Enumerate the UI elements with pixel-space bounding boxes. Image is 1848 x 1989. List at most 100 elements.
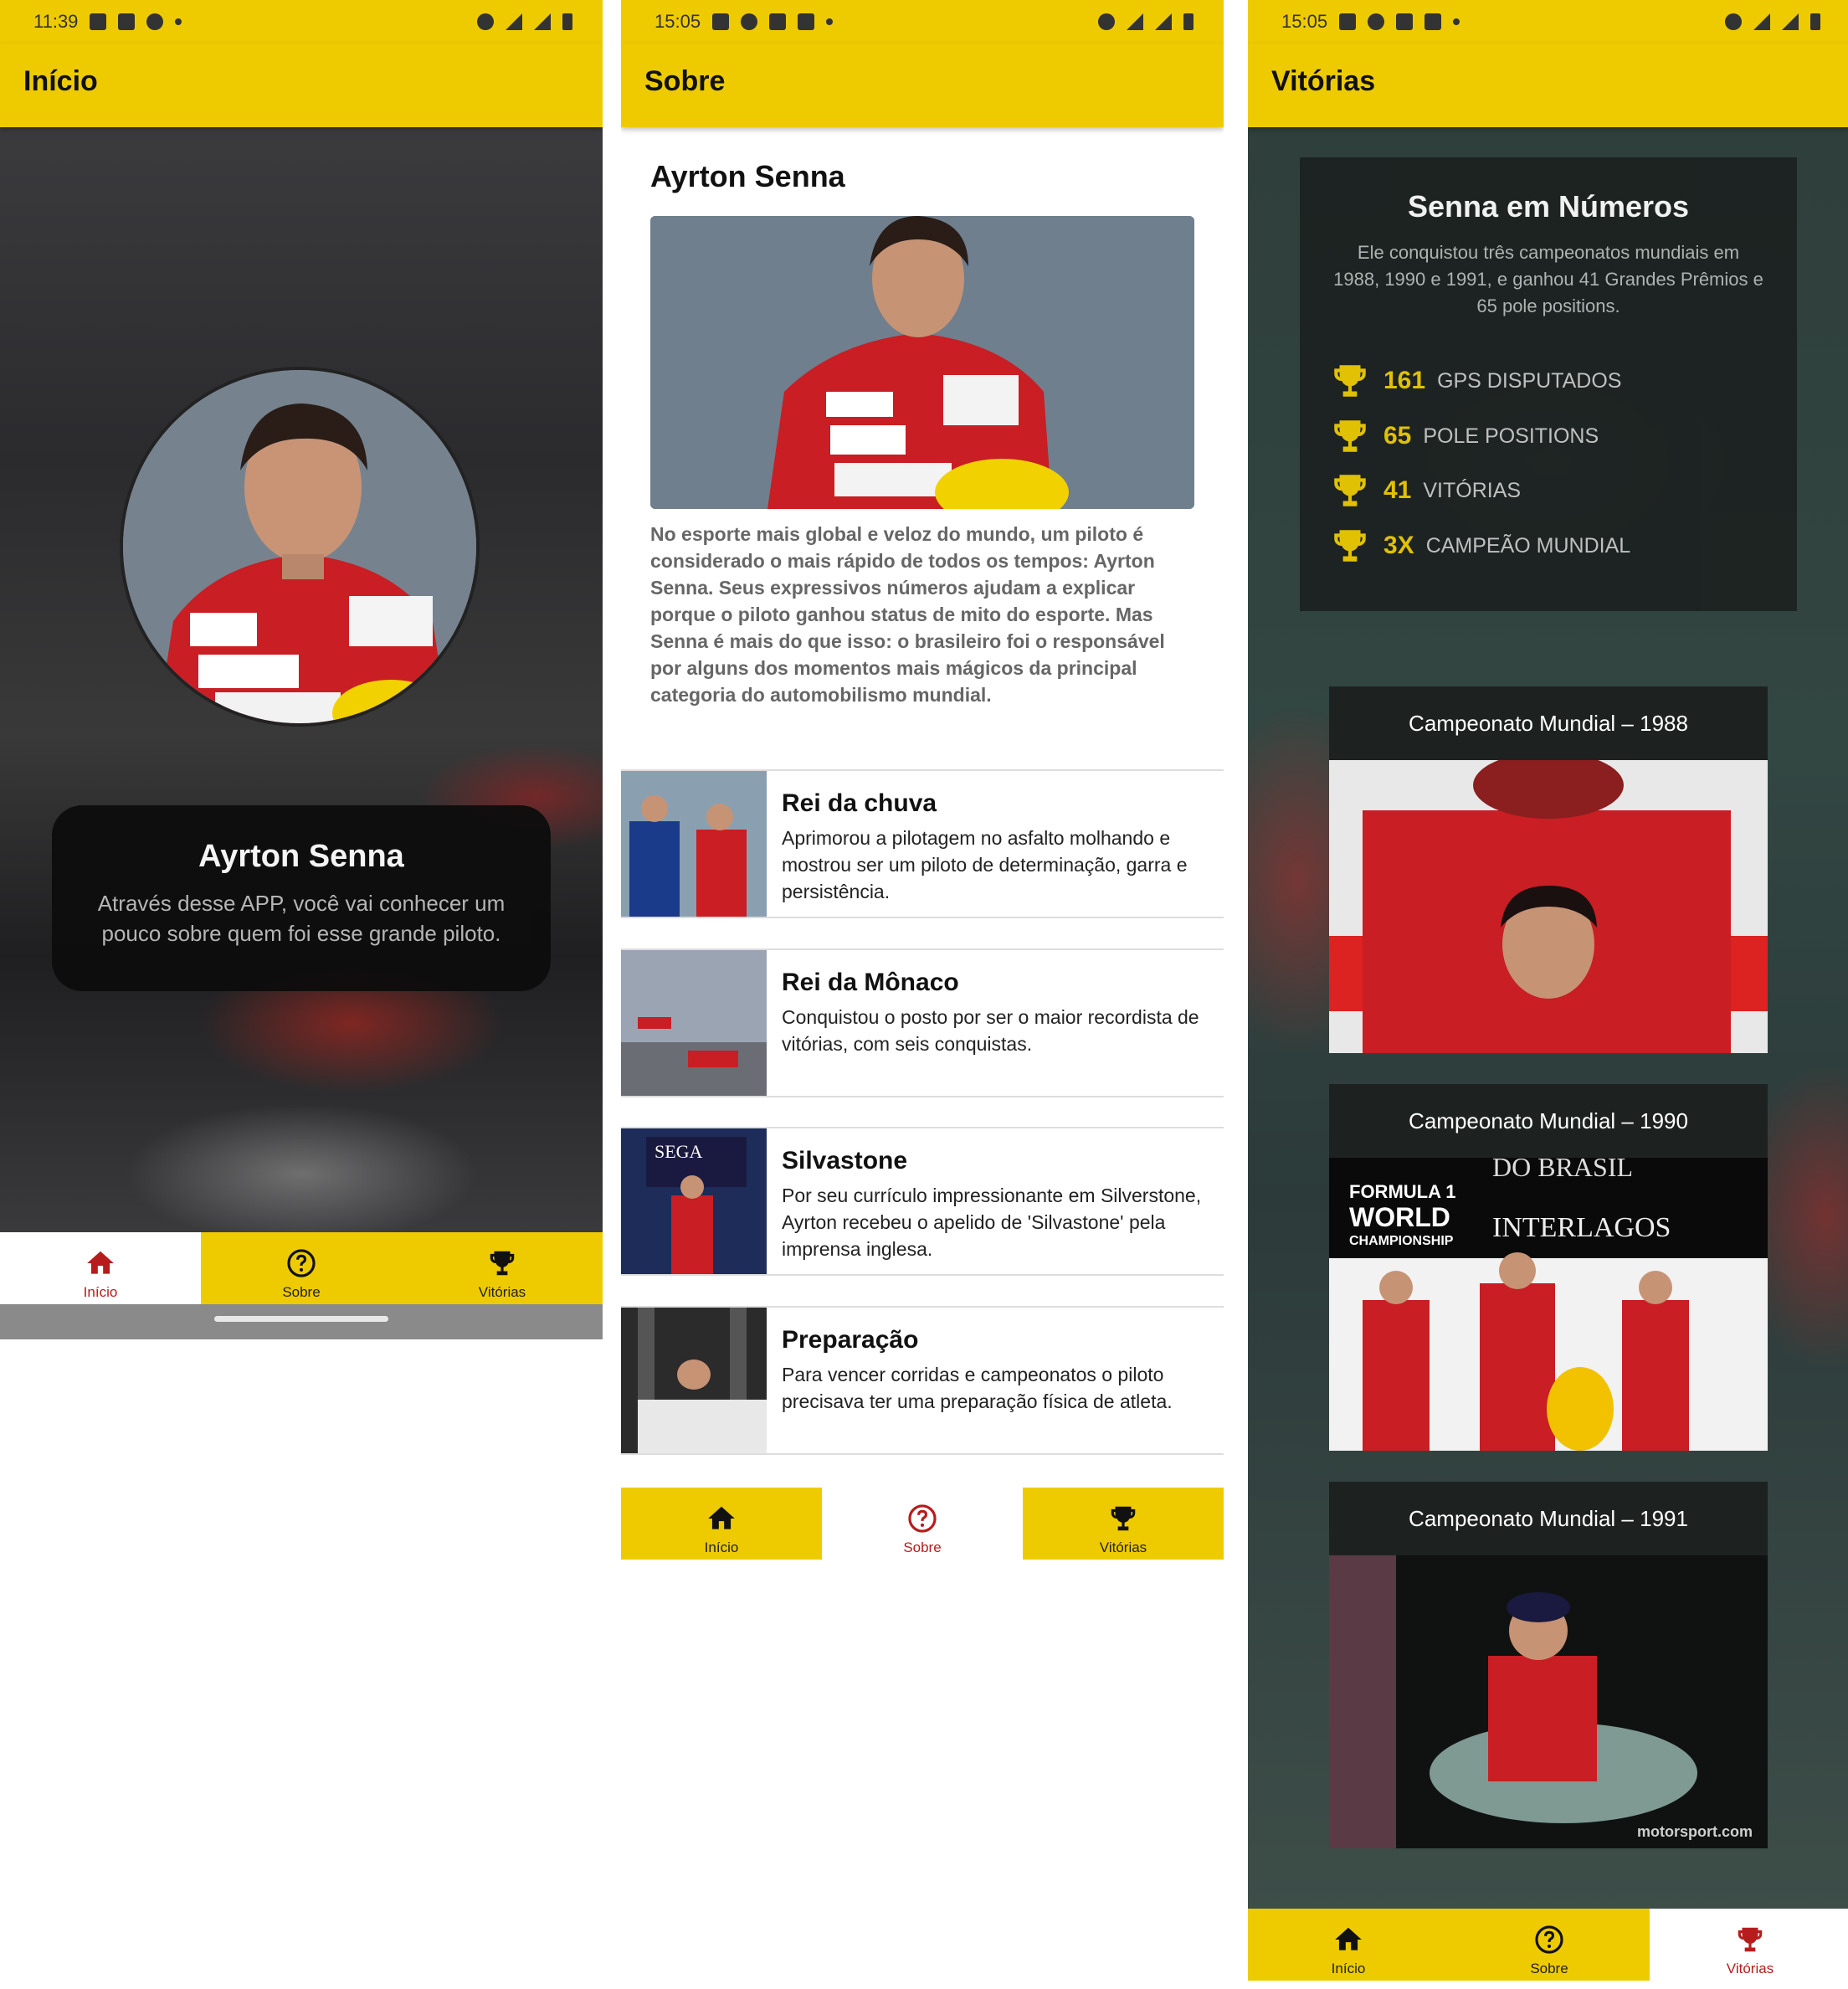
photo-text: FORMULA 1 xyxy=(1349,1181,1456,1202)
nav-sobre[interactable]: Sobre xyxy=(1449,1909,1650,1981)
list-item[interactable]: Rei da chuva Aprimorou a pilotagem no as… xyxy=(621,769,1224,918)
bottom-navigation: Início Sobre Vitórias xyxy=(0,1232,603,1304)
rain-podium-photo xyxy=(621,771,767,917)
trophy-icon xyxy=(1334,475,1366,506)
senna-portrait xyxy=(123,370,476,723)
list-item[interactable]: Preparação Para vencer corridas e campeo… xyxy=(621,1306,1224,1455)
championship-photo: motorsport.com xyxy=(1329,1555,1768,1848)
nav-sobre[interactable]: Sobre xyxy=(201,1232,402,1304)
trophy-icon xyxy=(1334,365,1366,397)
nav-sobre-label: Sobre xyxy=(903,1539,942,1555)
stat-value: 65 xyxy=(1383,422,1412,450)
stat-value: 41 xyxy=(1383,476,1412,504)
cast-notification-icon xyxy=(1424,13,1442,30)
silverstone-podium-photo: SEGA xyxy=(621,1128,767,1274)
training-photo xyxy=(621,1308,767,1453)
wifi-icon xyxy=(1127,13,1143,30)
alarm-icon xyxy=(477,13,494,30)
app-notification-icon xyxy=(741,13,758,30)
gesture-bar[interactable] xyxy=(0,1304,603,1339)
nav-vitorias-label: Vitórias xyxy=(1726,1961,1774,1976)
interlagos-podium-photo: DO BRASIL FORMULA 1 WORLD CHAMPIONSHIP I… xyxy=(1329,1158,1768,1451)
help-circle-icon xyxy=(287,1249,316,1277)
gesture-handle[interactable] xyxy=(214,1316,388,1322)
photo-text: CHAMPIONSHIP xyxy=(1349,1234,1454,1248)
nav-vitorias[interactable]: Vitórias xyxy=(1650,1909,1848,1981)
home-icon xyxy=(87,1251,114,1274)
more-notifications-icon xyxy=(1453,18,1460,25)
moment-thumbnail xyxy=(621,1308,767,1453)
moment-text: Por seu currículo impressionante em Silv… xyxy=(782,1185,1202,1260)
nav-inicio[interactable]: Início xyxy=(0,1232,201,1304)
headset-notification-icon xyxy=(769,13,787,30)
trophy-icon xyxy=(1334,530,1366,562)
moment-thumbnail xyxy=(621,950,767,1096)
stat-label: VITÓRIAS xyxy=(1423,478,1522,502)
moment-title: Rei da Mônaco xyxy=(782,969,959,996)
app-notification-icon xyxy=(146,13,164,30)
list-item[interactable]: Rei da Mônaco Conquistou o posto por ser… xyxy=(621,948,1224,1097)
nav-vitorias-label: Vitórias xyxy=(478,1284,526,1300)
numbers-card: Senna em Números Ele conquistou três cam… xyxy=(1300,157,1797,611)
trophy-icon xyxy=(1738,1927,1763,1952)
silverstone-banner-text: SEGA xyxy=(654,1141,703,1162)
about-photo xyxy=(650,216,1194,509)
championship-title: Campeonato Mundial – 1991 xyxy=(1409,1505,1688,1531)
battery-icon xyxy=(562,13,572,30)
nav-inicio[interactable]: Início xyxy=(1248,1909,1449,1981)
nav-inicio[interactable]: Início xyxy=(621,1488,822,1560)
champagne-celebration-photo: motorsport.com xyxy=(1329,1555,1768,1848)
battery-icon xyxy=(1183,13,1194,30)
battery-icon xyxy=(1810,13,1820,30)
status-time: 15:05 xyxy=(1281,11,1328,32)
about-description: No esporte mais global e veloz do mundo,… xyxy=(650,523,1165,706)
championship-title: Campeonato Mundial – 1990 xyxy=(1409,1108,1688,1133)
moment-thumbnail xyxy=(621,771,767,917)
cast-notification-icon xyxy=(798,13,815,30)
app-bar: Vitórias xyxy=(1248,44,1848,127)
stat-row: 41 VITÓRIAS xyxy=(1328,470,1521,511)
photo-text: WORLD xyxy=(1349,1202,1450,1232)
championship-card[interactable]: Campeonato Mundial – 1988 xyxy=(1329,686,1768,1053)
signal-icon xyxy=(1155,13,1172,30)
app-notification-icon xyxy=(1368,13,1385,30)
nav-vitorias[interactable]: Vitórias xyxy=(402,1232,603,1304)
photo-text: INTERLAGOS xyxy=(1492,1212,1671,1243)
trophy-icon xyxy=(1334,420,1366,452)
nav-vitorias[interactable]: Vitórias xyxy=(1023,1488,1224,1560)
championship-photo: DO BRASIL FORMULA 1 WORLD CHAMPIONSHIP I… xyxy=(1329,1158,1768,1451)
status-bar: 11:39 xyxy=(0,0,603,44)
alarm-icon xyxy=(1725,13,1742,30)
moment-title: Silvastone xyxy=(782,1147,908,1174)
wifi-icon xyxy=(506,13,522,30)
screen-inicio: 11:39 Início Ayrton Senna Através desse … xyxy=(0,0,603,1339)
stat-label: CAMPEÃO MUNDIAL xyxy=(1425,533,1631,558)
stat-label: POLE POSITIONS xyxy=(1423,424,1599,448)
app-bar: Sobre xyxy=(621,44,1224,127)
nav-inicio-label: Início xyxy=(83,1284,118,1300)
nav-sobre[interactable]: Sobre xyxy=(822,1488,1023,1560)
moment-thumbnail: SEGA xyxy=(621,1128,767,1274)
list-item[interactable]: SEGA Silvastone Por seu currículo impres… xyxy=(621,1127,1224,1276)
more-notifications-icon xyxy=(826,18,834,25)
page-title: Sobre xyxy=(644,65,726,97)
avatar xyxy=(120,367,480,727)
bottom-navigation: Início Sobre Vitórias xyxy=(1248,1909,1848,1981)
nav-vitorias-label: Vitórias xyxy=(1099,1539,1147,1555)
alarm-icon xyxy=(1098,13,1115,30)
moment-title: Preparação xyxy=(782,1326,919,1354)
championship-card[interactable]: Campeonato Mundial – 1991 motorsport.com xyxy=(1329,1482,1768,1848)
page-title: Vitórias xyxy=(1271,65,1376,97)
home-icon xyxy=(1335,1927,1362,1950)
status-time: 15:05 xyxy=(654,11,701,32)
news-notification-icon xyxy=(1339,13,1357,30)
numbers-lead: Ele conquistou três campeonatos mundiais… xyxy=(1333,242,1763,316)
stat-value: 161 xyxy=(1383,367,1426,394)
stat-value: 3X xyxy=(1383,532,1414,559)
moment-text: Conquistou o posto por ser o maior recor… xyxy=(782,1006,1199,1055)
photo-watermark: motorsport.com xyxy=(1637,1823,1753,1840)
nav-sobre-label: Sobre xyxy=(282,1284,321,1300)
trophy-icon xyxy=(1111,1506,1136,1531)
news-notification-icon xyxy=(712,13,730,30)
championship-card[interactable]: Campeonato Mundial – 1990 DO BRASIL FORM… xyxy=(1329,1084,1768,1451)
